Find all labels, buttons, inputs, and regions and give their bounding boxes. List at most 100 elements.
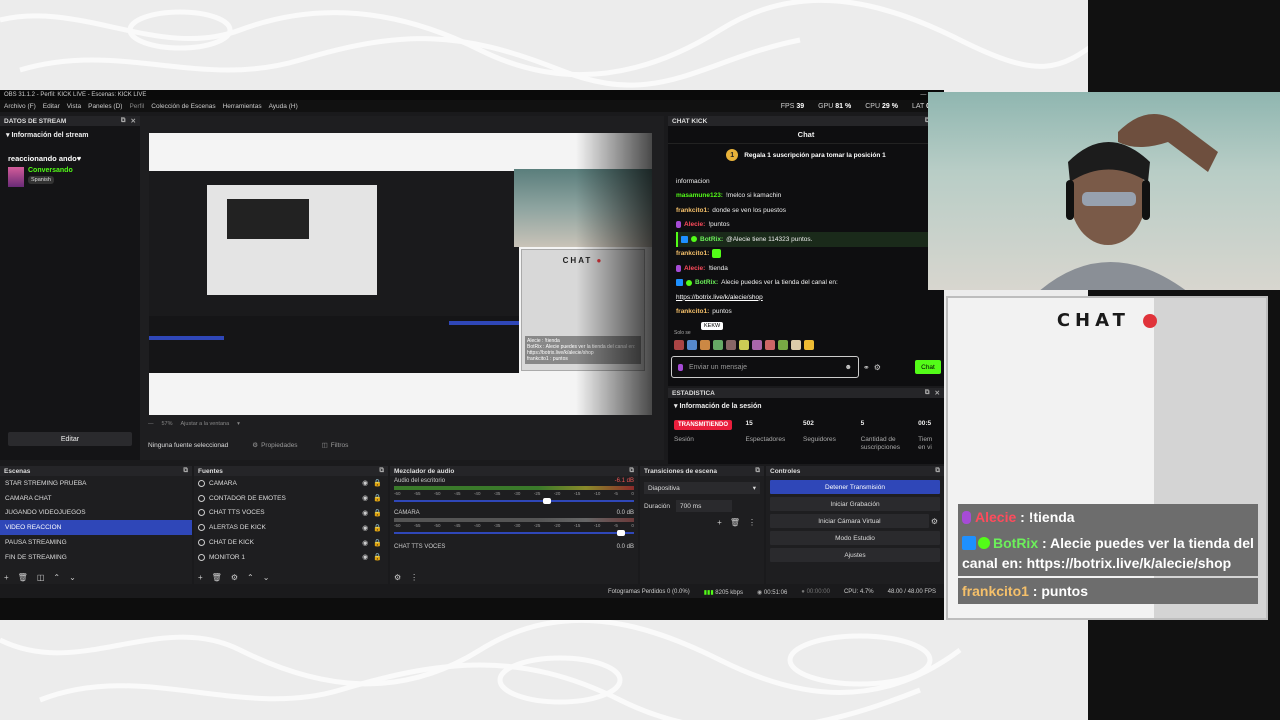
source-item[interactable]: MONITOR 1 ◉ 🔒 <box>194 550 388 565</box>
chat-line[interactable]: frankcito1: puntos <box>676 305 936 320</box>
lock-icon[interactable]: 🔒 <box>373 509 382 517</box>
eye-icon[interactable]: ◉ <box>362 509 368 517</box>
close-icon[interactable]: ✕ <box>935 389 940 397</box>
lock-icon[interactable]: 🔒 <box>373 553 382 561</box>
chat-line[interactable]: frankcito1: <box>676 247 936 262</box>
emote-icon[interactable] <box>791 340 801 350</box>
trash-icon[interactable]: 🗑 <box>212 573 222 582</box>
filters-button[interactable]: ◫ Filtros <box>322 441 349 450</box>
chevron-down-icon[interactable]: ▾ <box>237 421 240 427</box>
menu-editar[interactable]: Editar <box>43 103 60 110</box>
emote-icon[interactable] <box>765 340 775 350</box>
trash-icon[interactable]: 🗑 <box>18 573 28 582</box>
menu-coleccion[interactable]: Colección de Escenas <box>151 103 215 110</box>
chat-line[interactable]: BotRix: Alecie puedes ver la tienda del c… <box>676 276 936 291</box>
source-item[interactable]: CONTADOR DE EMOTES ◉ 🔒 <box>194 491 388 506</box>
emote-icon[interactable] <box>726 340 736 350</box>
add-icon[interactable]: + <box>198 573 203 582</box>
trash-icon[interactable]: 🗑 <box>730 518 740 527</box>
scene-item[interactable]: JUGANDO VIDEOJUEGOS <box>0 506 192 521</box>
category-name[interactable]: Conversando <box>28 167 73 174</box>
float-icon[interactable]: ⧉ <box>925 389 930 397</box>
chat-username[interactable]: frankcito1: <box>676 308 709 315</box>
source-item[interactable]: CHAT TTS VOCES ◉ 🔒 <box>194 506 388 521</box>
scene-item[interactable]: CAMARA CHAT <box>0 491 192 506</box>
menu-herramientas[interactable]: Herramientas <box>223 103 262 110</box>
chat-username[interactable]: BotRix: <box>695 279 718 286</box>
chat-line[interactable]: Alecie: !tienda <box>676 261 936 276</box>
lock-icon[interactable]: 🔒 <box>373 524 382 532</box>
emoji-icon[interactable]: ☻ <box>845 364 852 371</box>
scene-item[interactable]: VIDEO REACCION <box>0 520 192 536</box>
stream-info-section[interactable]: ▾ Información del stream <box>0 126 140 144</box>
emote-icon[interactable] <box>700 340 710 350</box>
emote-icon[interactable] <box>804 340 814 350</box>
gear-icon[interactable]: ⚙ <box>231 573 238 582</box>
chevron-up-icon[interactable]: ⌃ <box>247 573 254 582</box>
scene-item[interactable]: PAUSA STREAMING <box>0 535 192 550</box>
scene-item[interactable]: STAR STREMING PRUEBA <box>0 476 192 491</box>
virtual-camera-button[interactable]: Iniciar Cámara Virtual <box>770 514 929 528</box>
transition-select[interactable]: Diapositiva ▾ <box>644 482 760 494</box>
float-icon[interactable]: ⧉ <box>183 467 188 475</box>
emote-icon[interactable] <box>713 340 723 350</box>
settings-icon[interactable]: ⚙ <box>874 363 881 372</box>
source-item[interactable]: CHAT DE KICK ◉ 🔒 <box>194 535 388 550</box>
studio-mode-button[interactable]: Modo Estudio <box>770 531 940 545</box>
chat-line[interactable]: masamune123: !melco si kamachin <box>676 189 936 204</box>
chat-line[interactable]: BotRix: @Alecie tiene 114323 puntos. <box>676 232 936 247</box>
chat-line[interactable]: frankcito1: donde se ven los puestos <box>676 203 936 218</box>
edit-button[interactable]: Editar <box>8 432 132 446</box>
chevron-down-icon[interactable]: ⌄ <box>69 573 76 582</box>
session-info-section[interactable]: ▾ Información de la sesión <box>668 398 944 414</box>
more-icon[interactable]: ⋮ <box>410 573 418 582</box>
duration-input[interactable]: 700 ms <box>676 500 733 512</box>
chat-username[interactable]: masamune123: <box>676 192 723 199</box>
stop-stream-button[interactable]: Detener Transmisión <box>770 480 940 494</box>
minimize-icon[interactable]: — <box>920 92 926 98</box>
eye-icon[interactable]: ◉ <box>362 494 368 502</box>
lock-icon[interactable]: 🔒 <box>373 494 382 502</box>
chat-message-input[interactable]: Enviar un mensaje ☻ <box>671 356 859 378</box>
gift-banner[interactable]: 1 Regala 1 suscripción para tomar la pos… <box>668 144 944 166</box>
float-icon[interactable]: ⧉ <box>121 117 126 125</box>
fit-window-select[interactable]: Ajustar a la ventana <box>181 421 230 427</box>
menu-perfil[interactable]: Perfil <box>129 103 144 110</box>
add-icon[interactable]: + <box>4 573 9 582</box>
float-icon[interactable]: ⧉ <box>629 467 634 475</box>
volume-slider[interactable] <box>394 498 634 504</box>
slider-knob[interactable] <box>542 498 551 504</box>
source-item[interactable]: ALERTAS DE KICK ◉ 🔒 <box>194 520 388 535</box>
float-icon[interactable]: ⧉ <box>935 467 940 475</box>
source-item[interactable]: CAMARA ◉ 🔒 <box>194 476 388 491</box>
float-icon[interactable]: ⧉ <box>755 467 760 475</box>
settings-button[interactable]: Ajustes <box>770 548 940 562</box>
chat-username[interactable]: Alecie: <box>684 265 705 272</box>
chat-username[interactable]: BotRix: <box>700 236 723 243</box>
filter-icon[interactable]: ◫ <box>37 573 45 582</box>
menu-ayuda[interactable]: Ayuda (H) <box>269 103 298 110</box>
volume-slider[interactable] <box>394 530 634 536</box>
send-chat-button[interactable]: Chat <box>915 360 941 374</box>
chat-line[interactable]: https://botrix.live/k/alecie/shop <box>676 290 936 305</box>
menu-archivo[interactable]: Archivo (F) <box>4 103 36 110</box>
start-recording-button[interactable]: Iniciar Grabación <box>770 497 940 511</box>
scene-item[interactable]: FIN DE STREAMING <box>0 550 192 565</box>
eye-icon[interactable]: ◉ <box>362 539 368 547</box>
eye-icon[interactable]: ◉ <box>362 479 368 487</box>
chat-tab[interactable]: Chat <box>668 126 944 144</box>
eye-icon[interactable]: ◉ <box>362 524 368 532</box>
eye-icon[interactable]: ◉ <box>362 553 368 561</box>
add-icon[interactable]: + <box>717 518 722 527</box>
emote-icon[interactable] <box>674 340 684 350</box>
gear-icon[interactable]: ⚙ <box>394 573 401 582</box>
chat-line[interactable]: Alecie: !puntos <box>676 218 936 233</box>
gear-icon[interactable]: ⚙ <box>931 517 944 526</box>
chat-line[interactable]: informacion <box>676 174 936 189</box>
lock-icon[interactable]: 🔒 <box>373 539 382 547</box>
menu-paneles[interactable]: Paneles (D) <box>88 103 122 110</box>
minus-icon[interactable]: — <box>148 421 154 427</box>
chat-username[interactable]: Alecie: <box>684 221 705 228</box>
program-preview[interactable]: CHAT ● Alecie : !tienda BotRix : Alecie … <box>149 133 652 415</box>
menu-vista[interactable]: Vista <box>67 103 81 110</box>
